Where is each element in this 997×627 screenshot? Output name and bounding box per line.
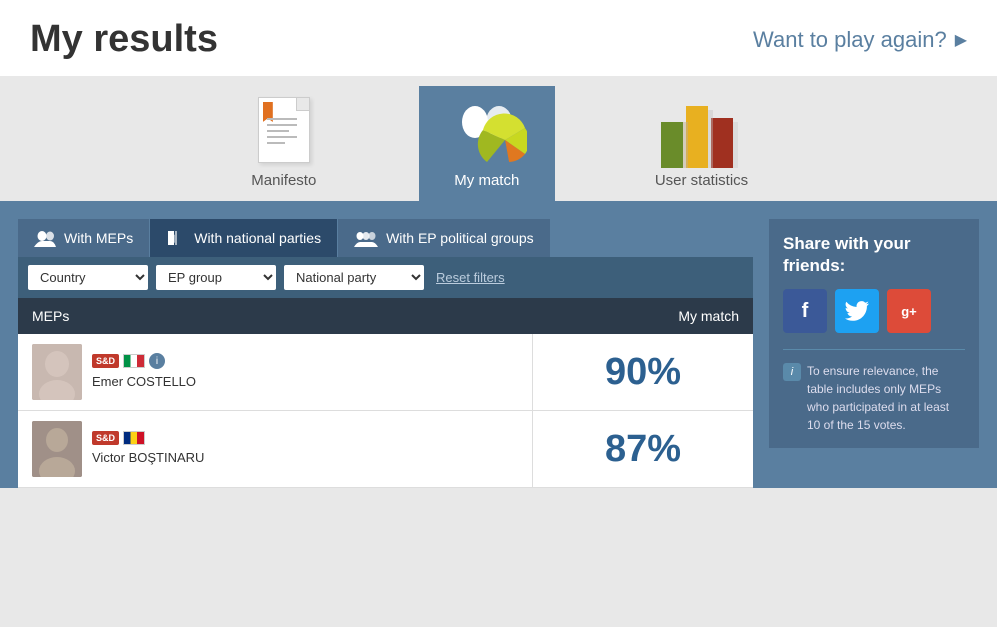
- info-section: i To ensure relevance, the table include…: [783, 349, 965, 448]
- share-title: Share with your friends:: [783, 233, 965, 277]
- tab-national-parties[interactable]: With national parties: [150, 219, 338, 257]
- tab-national-parties-label: With national parties: [194, 230, 321, 246]
- tab-meps[interactable]: With MEPs: [18, 219, 150, 257]
- info-badge-1[interactable]: i: [149, 353, 165, 369]
- mep-details-2: S&D Victor BOŞTINARU: [92, 431, 204, 467]
- tab-ep-groups[interactable]: With EP political groups: [338, 219, 550, 257]
- reset-filters-link[interactable]: Reset filters: [436, 270, 505, 285]
- national-parties-tab-icon: [166, 229, 186, 247]
- nav-item-my-match[interactable]: My match: [419, 86, 555, 201]
- nav-label-user-statistics: User statistics: [655, 172, 748, 189]
- match-percent-2: 87%: [605, 428, 681, 471]
- manifesto-icon: [249, 93, 319, 168]
- table-row: S&D Victor BOŞTINARU 87%: [18, 411, 753, 488]
- nav-row: Manifesto My match: [0, 76, 997, 201]
- mep-table: MEPs My match S&D: [18, 298, 753, 488]
- mep-match-1: 90%: [533, 334, 753, 410]
- flag-it-1: [123, 354, 145, 368]
- tab-ep-groups-label: With EP political groups: [386, 230, 534, 246]
- meps-tab-icon: [34, 229, 56, 247]
- filters-row: Country EP group National party Reset fi…: [18, 257, 753, 298]
- user-statistics-icon: [656, 93, 746, 168]
- left-panel: With MEPs With national parties With EP …: [18, 219, 753, 488]
- flag-ro-2: [123, 431, 145, 445]
- share-box: Share with your friends: f g+ i To ensur…: [769, 219, 979, 448]
- ep-groups-tab-icon: [354, 229, 378, 247]
- match-percent-1: 90%: [605, 351, 681, 394]
- mep-badges-2: S&D: [92, 431, 204, 445]
- my-match-icon: [447, 100, 527, 168]
- mep-photo-2: [32, 421, 82, 477]
- mep-match-2: 87%: [533, 411, 753, 487]
- info-icon: i: [783, 363, 801, 381]
- nav-item-manifesto[interactable]: Manifesto: [249, 93, 319, 201]
- mep-info-1: S&D i Emer COSTELLO: [18, 334, 533, 410]
- twitter-button[interactable]: [835, 289, 879, 333]
- nav-label-manifesto: Manifesto: [251, 172, 316, 189]
- play-again-arrow: ▶: [955, 30, 967, 50]
- col-match: My match: [678, 308, 739, 324]
- social-buttons: f g+: [783, 289, 965, 333]
- page-title: My results: [30, 18, 218, 61]
- mep-name-1: Emer COSTELLO: [92, 374, 196, 389]
- sd-badge-2: S&D: [92, 431, 119, 445]
- play-again-text: Want to play again?: [753, 27, 947, 53]
- sd-badge-1: S&D: [92, 354, 119, 368]
- tabs: With MEPs With national parties With EP …: [18, 219, 753, 257]
- country-filter[interactable]: Country: [28, 265, 148, 290]
- mep-name-2: Victor BOŞTINARU: [92, 450, 204, 465]
- nav-label-my-match: My match: [454, 172, 519, 189]
- play-again-link[interactable]: Want to play again? ▶: [753, 27, 967, 53]
- table-header: MEPs My match: [18, 298, 753, 334]
- facebook-button[interactable]: f: [783, 289, 827, 333]
- nav-item-user-statistics[interactable]: User statistics: [655, 93, 748, 201]
- tab-meps-label: With MEPs: [64, 230, 133, 246]
- mep-info-2: S&D Victor BOŞTINARU: [18, 411, 533, 487]
- mep-badges-1: S&D i: [92, 353, 196, 369]
- table-row: S&D i Emer COSTELLO 90%: [18, 334, 753, 411]
- col-meps: MEPs: [32, 308, 69, 324]
- info-text: To ensure relevance, the table includes …: [807, 362, 965, 434]
- info-content: i To ensure relevance, the table include…: [783, 362, 965, 434]
- mep-photo-1: [32, 344, 82, 400]
- googleplus-button[interactable]: g+: [887, 289, 931, 333]
- mep-details-1: S&D i Emer COSTELLO: [92, 353, 196, 391]
- header: My results Want to play again? ▶: [0, 0, 997, 76]
- ep-group-filter[interactable]: EP group: [156, 265, 276, 290]
- national-party-filter[interactable]: National party: [284, 265, 424, 290]
- main-content: With MEPs With national parties With EP …: [0, 201, 997, 488]
- right-panel: Share with your friends: f g+ i To ensur…: [769, 219, 979, 488]
